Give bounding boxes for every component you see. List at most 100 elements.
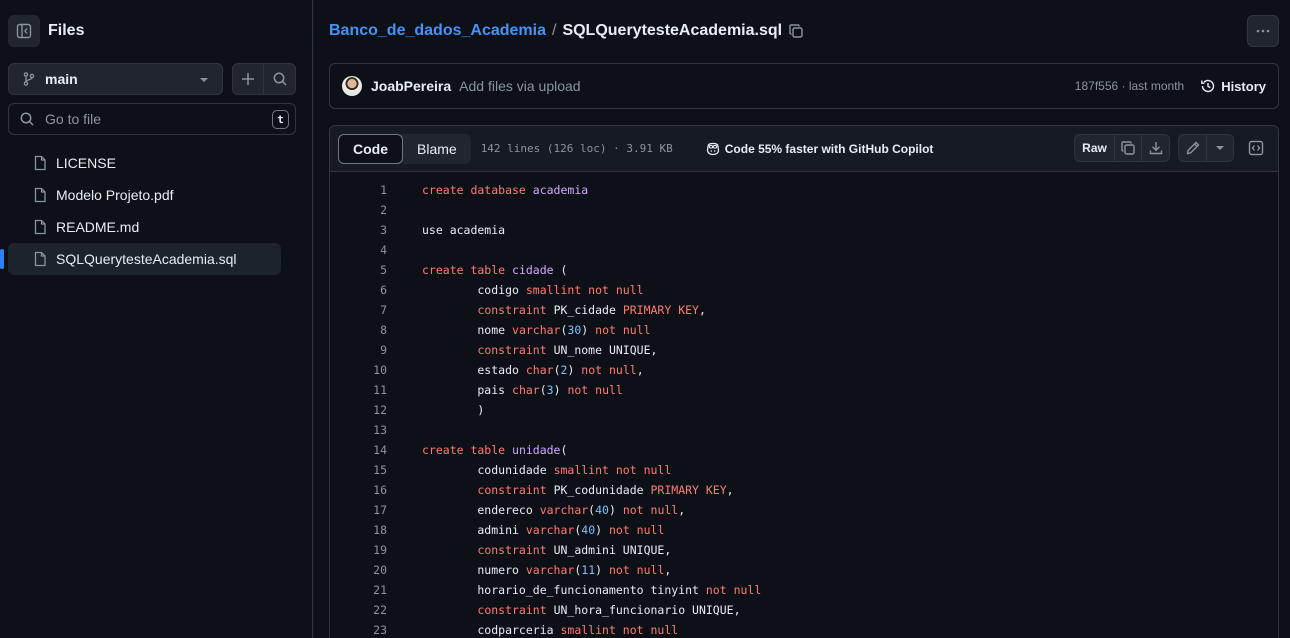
line-number[interactable]: 23 — [330, 623, 387, 637]
commit-hash-time[interactable]: 187f556 · last month — [1075, 79, 1184, 93]
line-number[interactable]: 20 — [330, 563, 387, 577]
code-line: 20 numero varchar(11) not null, — [330, 560, 1278, 580]
code-line: 22 constraint UN_hora_funcionario UNIQUE… — [330, 600, 1278, 620]
code-line: 19 constraint UN_admini UNIQUE, — [330, 540, 1278, 560]
line-number[interactable]: 18 — [330, 523, 387, 537]
kebab-horizontal-icon — [1256, 29, 1270, 33]
git-branch-icon — [23, 72, 35, 86]
code-token: varchar — [525, 563, 575, 577]
code-token: estado — [422, 363, 526, 377]
file-icon — [32, 155, 48, 171]
code-token: admini — [422, 523, 526, 537]
code-token: UN_nome UNIQUE, — [546, 343, 658, 357]
edit-options-dropdown[interactable] — [1207, 135, 1233, 161]
code-token: use academia — [422, 223, 506, 237]
chevron-down-icon — [200, 78, 208, 82]
copilot-promo-link[interactable]: Code 55% faster with GitHub Copilot — [705, 141, 933, 157]
branch-selector[interactable]: main — [8, 63, 223, 95]
line-number[interactable]: 5 — [330, 263, 387, 277]
code-line: 6 codigo smallint not null — [330, 280, 1278, 300]
file-name: README.md — [56, 219, 140, 235]
line-number[interactable]: 4 — [330, 243, 387, 257]
go-to-file-input[interactable]: Go to file t — [8, 103, 296, 135]
breadcrumb-repo-link[interactable]: Banco_de_dados_Academia — [329, 22, 546, 40]
file-name: SQLQuerytesteAcademia.sql — [56, 251, 237, 267]
file-tree-item[interactable]: Modelo Projeto.pdf — [8, 179, 281, 211]
code-token: , — [664, 563, 672, 577]
symbols-panel-button[interactable] — [1242, 134, 1270, 162]
line-number[interactable]: 14 — [330, 443, 387, 457]
line-number[interactable]: 13 — [330, 423, 387, 437]
code-token: PRIMARY KEY — [622, 303, 699, 317]
commit-message[interactable]: Add files via upload — [459, 78, 580, 94]
line-content: numero varchar(11) not null, — [422, 563, 671, 577]
line-number[interactable]: 9 — [330, 343, 387, 357]
code-token: codparceria — [422, 623, 561, 637]
line-number[interactable]: 17 — [330, 503, 387, 517]
line-number[interactable]: 15 — [330, 463, 387, 477]
code-token: constraint — [477, 543, 547, 557]
file-tree-item[interactable]: SQLQuerytesteAcademia.sql — [0, 243, 281, 275]
file-tree-item[interactable]: README.md — [8, 211, 281, 243]
file-tree-item[interactable]: LICENSE — [8, 147, 281, 179]
line-number[interactable]: 3 — [330, 223, 387, 237]
line-number[interactable]: 21 — [330, 583, 387, 597]
line-content: nome varchar(30) not null — [422, 323, 650, 337]
code-token: 40 — [581, 523, 596, 537]
copy-raw-button[interactable] — [1115, 135, 1142, 161]
file-icon — [32, 187, 48, 203]
line-number[interactable]: 22 — [330, 603, 387, 617]
file-header: Code Blame 142 lines (126 loc) · 3.91 KB… — [330, 126, 1278, 172]
collapse-sidebar-button[interactable] — [8, 15, 40, 47]
line-number[interactable]: 7 — [330, 303, 387, 317]
line-number[interactable]: 1 — [330, 183, 387, 197]
code-token: nome — [422, 323, 513, 337]
line-content: create table unidade( — [422, 443, 567, 457]
history-button[interactable]: History — [1200, 78, 1266, 94]
code-line: 7 constraint PK_cidade PRIMARY KEY, — [330, 300, 1278, 320]
line-number[interactable]: 12 — [330, 403, 387, 417]
sidebar-header: Files — [8, 15, 84, 47]
code-token: numero — [422, 563, 526, 577]
code-token: constraint — [477, 343, 547, 357]
code-token: varchar — [525, 523, 575, 537]
breadcrumb-separator: / — [551, 22, 557, 39]
code-token: academia — [532, 183, 589, 197]
tab-blame[interactable]: Blame — [403, 134, 471, 164]
code-line: 23 codparceria smallint not null — [330, 620, 1278, 638]
code-token: ( — [553, 363, 561, 377]
download-raw-button[interactable] — [1142, 135, 1169, 161]
line-number[interactable]: 8 — [330, 323, 387, 337]
file-name: Modelo Projeto.pdf — [56, 187, 174, 203]
code-token: 30 — [567, 323, 582, 337]
sidebar-collapse-icon — [16, 23, 32, 39]
code-line: 4 — [330, 240, 1278, 260]
code-token: varchar — [512, 323, 561, 337]
code-line: 11 pais char(3) not null — [330, 380, 1278, 400]
search-code-button[interactable] — [264, 64, 295, 94]
line-number[interactable]: 16 — [330, 483, 387, 497]
raw-button[interactable]: Raw — [1075, 135, 1115, 161]
code-token: constraint — [477, 483, 547, 497]
line-content: codunidade smallint not null — [422, 463, 671, 477]
avatar[interactable] — [342, 76, 362, 96]
code-line: 21 horario_de_funcionamento tinyint not … — [330, 580, 1278, 600]
commit-author[interactable]: JoabPereira — [371, 78, 451, 94]
add-file-button[interactable] — [233, 64, 265, 94]
line-content: create table cidade ( — [422, 263, 567, 277]
code-line: 14 create table unidade( — [330, 440, 1278, 460]
more-options-button[interactable] — [1247, 15, 1279, 47]
line-number[interactable]: 19 — [330, 543, 387, 557]
edit-file-button[interactable] — [1179, 135, 1207, 161]
line-number[interactable]: 10 — [330, 363, 387, 377]
sidebar-title: Files — [48, 22, 85, 39]
copy-path-button[interactable] — [788, 23, 804, 39]
code-line: 13 — [330, 420, 1278, 440]
line-number[interactable]: 2 — [330, 203, 387, 217]
line-number[interactable]: 6 — [330, 283, 387, 297]
tab-code[interactable]: Code — [338, 133, 403, 164]
line-number[interactable]: 11 — [330, 383, 387, 397]
code-line: 18 admini varchar(40) not null — [330, 520, 1278, 540]
